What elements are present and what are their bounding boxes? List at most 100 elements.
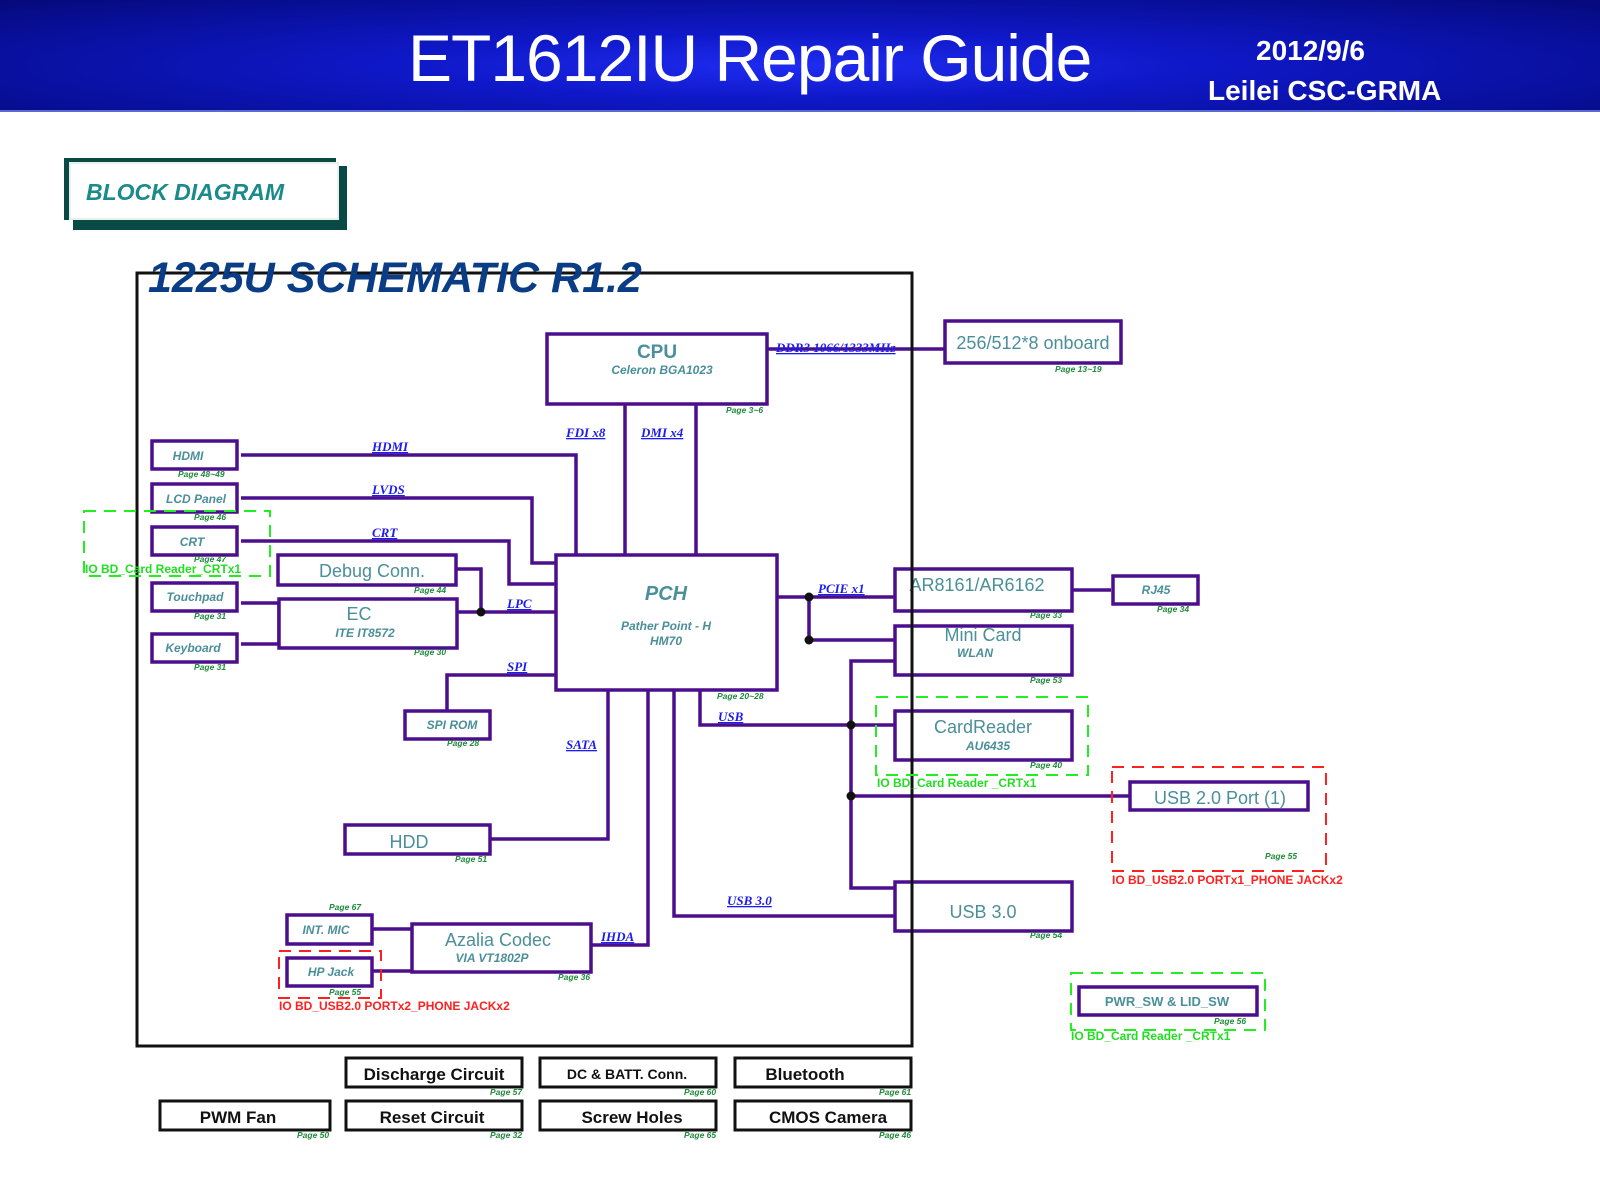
svg-text:Page 55: Page 55	[1265, 851, 1297, 861]
svg-text:Page 28: Page 28	[447, 738, 479, 748]
wire-pcie-minicard	[807, 597, 895, 642]
block-mini-card: Mini Card WLAN Page 53	[893, 624, 1074, 685]
svg-text:LCD Panel: LCD Panel	[166, 492, 227, 506]
svg-text:IO BD_Card Reader _CRTx1: IO BD_Card Reader _CRTx1	[1071, 1029, 1231, 1043]
bus-label-lpc: LPC	[506, 596, 532, 611]
block-touchpad: Touchpad Page 31	[150, 581, 239, 621]
svg-text:Mini Card: Mini Card	[944, 625, 1021, 645]
svg-text:PWM Fan: PWM Fan	[200, 1108, 277, 1127]
svg-text:Page 61: Page 61	[879, 1087, 911, 1097]
svg-text:Page 54: Page 54	[1030, 930, 1062, 940]
svg-text:Page 57: Page 57	[490, 1087, 523, 1097]
svg-text:VIA VT1802P: VIA VT1802P	[456, 951, 530, 965]
module-bluetooth: Bluetooth Page 61	[733, 1056, 913, 1097]
block-int-mic: INT. MIC Page 67	[285, 902, 374, 946]
junction-dot	[804, 592, 814, 602]
junction-dot	[804, 635, 814, 645]
bus-label-fdi: FDI x8	[565, 425, 606, 440]
wire-ihda	[591, 690, 650, 947]
svg-text:Page 50: Page 50	[297, 1130, 329, 1140]
junction-dot	[846, 720, 856, 730]
block-ec: EC ITE IT8572 Page 30	[277, 597, 459, 657]
bus-label-ddr3: DDR3 1066/1333MHz	[775, 340, 896, 355]
svg-text:Page 46: Page 46	[879, 1130, 911, 1140]
junction-dot	[846, 791, 856, 801]
svg-text:AR8161/AR6162: AR8161/AR6162	[909, 575, 1044, 595]
svg-text:Page 51: Page 51	[455, 854, 487, 864]
svg-text:Page 20~28: Page 20~28	[717, 691, 764, 701]
extra-modules: Discharge Circuit Page 57 DC & BATT. Con…	[158, 1056, 913, 1140]
module-cmos-camera: CMOS Camera Page 46	[733, 1099, 913, 1140]
svg-text:Page 46: Page 46	[194, 512, 226, 522]
block-usb3: USB 3.0 Page 54	[893, 880, 1074, 940]
svg-text:Azalia Codec: Azalia Codec	[445, 930, 551, 950]
block-pwr-lid-switch: PWR_SW & LID_SW Page 56	[1077, 985, 1259, 1026]
svg-text:Page 53: Page 53	[1030, 675, 1062, 685]
junction-dot	[476, 607, 486, 617]
bus-label-sata: SATA	[566, 737, 597, 752]
svg-text:PCH: PCH	[645, 583, 688, 605]
svg-text:Page 67: Page 67	[329, 902, 362, 912]
section-label: BLOCK DIAGRAM	[64, 158, 347, 230]
block-rj45: RJ45 Page 34	[1111, 574, 1200, 614]
svg-text:CPU: CPU	[637, 342, 677, 363]
module-dc-batt-conn: DC & BATT. Conn. Page 60	[538, 1056, 718, 1097]
svg-text:IO BD_USB2.0 PORTx1_PHONE JACK: IO BD_USB2.0 PORTx1_PHONE JACKx2	[1112, 873, 1343, 887]
block-hdmi: HDMI Page 48~49	[150, 439, 239, 479]
svg-text:IO BD_USB2.0 PORTx2_PHONE JACK: IO BD_USB2.0 PORTx2_PHONE JACKx2	[279, 999, 510, 1013]
svg-text:Bluetooth: Bluetooth	[765, 1065, 844, 1084]
block-lcd-panel: LCD Panel Page 46	[150, 482, 239, 522]
block-hdd: HDD Page 51	[343, 823, 492, 864]
svg-text:Debug Conn.: Debug Conn.	[319, 561, 425, 581]
svg-text:Celeron BGA1023: Celeron BGA1023	[611, 363, 713, 377]
svg-text:ITE IT8572: ITE IT8572	[335, 626, 395, 640]
svg-text:CRT: CRT	[180, 535, 206, 549]
svg-text:PWR_SW & LID_SW: PWR_SW & LID_SW	[1105, 994, 1230, 1009]
block-lan-controller: AR8161/AR6162 Page 33	[893, 567, 1074, 620]
bus-label-usb30: USB 3.0	[727, 893, 772, 908]
bus-label-hdmi: HDMI	[371, 439, 409, 454]
svg-text:CMOS Camera: CMOS Camera	[769, 1108, 888, 1127]
wire-spi	[445, 673, 556, 710]
block-crt: CRT Page 47	[150, 525, 239, 564]
svg-text:Page 31: Page 31	[194, 611, 226, 621]
svg-text:RJ45: RJ45	[1142, 583, 1171, 597]
schematic-title: 1225U SCHEMATIC R1.2	[148, 254, 642, 302]
svg-text:INT. MIC: INT. MIC	[302, 923, 349, 937]
svg-text:Page 13~19: Page 13~19	[1055, 364, 1102, 374]
block-pch: PCH Pather Point - H HM70 Page 20~28	[554, 553, 779, 701]
wire-debug	[457, 567, 483, 612]
svg-text:HDD: HDD	[390, 832, 429, 852]
svg-text:Page 33: Page 33	[1030, 610, 1062, 620]
svg-text:IO BD_Card Reader_CRTx1: IO BD_Card Reader_CRTx1	[85, 562, 241, 576]
block-keyboard: Keyboard Page 31	[150, 632, 239, 672]
block-debug-conn: Debug Conn. Page 44	[276, 553, 458, 595]
svg-text:WLAN: WLAN	[957, 646, 993, 660]
svg-text:HDMI: HDMI	[173, 449, 204, 463]
svg-text:DC & BATT. Conn.: DC & BATT. Conn.	[567, 1066, 687, 1082]
svg-text:Page 31: Page 31	[194, 662, 226, 672]
svg-text:SPI ROM: SPI ROM	[427, 718, 479, 732]
svg-text:CardReader: CardReader	[934, 717, 1032, 737]
svg-text:Keyboard: Keyboard	[165, 641, 221, 655]
bus-label-ihda: IHDA	[600, 929, 635, 944]
bus-label-usb: USB	[718, 709, 744, 724]
bus-label-spi: SPI	[507, 659, 528, 674]
block-azalia-codec: Azalia Codec VIA VT1802P Page 36	[410, 922, 593, 982]
block-memory: 256/512*8 onboard Page 13~19	[943, 319, 1123, 374]
block-card-reader: CardReader AU6435 Page 40	[893, 709, 1074, 770]
svg-text:Page 34: Page 34	[1157, 604, 1189, 614]
bus-label-dmi: DMI x4	[640, 425, 684, 440]
svg-text:EC: EC	[346, 604, 371, 624]
svg-text:Page 32: Page 32	[490, 1130, 522, 1140]
module-reset-circuit: Reset Circuit Page 32	[344, 1099, 524, 1140]
svg-text:Reset Circuit: Reset Circuit	[380, 1108, 485, 1127]
svg-text:Page 36: Page 36	[558, 972, 590, 982]
wire-sata	[490, 690, 610, 841]
svg-text:Page 65: Page 65	[684, 1130, 716, 1140]
module-discharge-circuit: Discharge Circuit Page 57	[344, 1056, 524, 1097]
svg-text:HM70: HM70	[650, 634, 682, 648]
svg-text:HP Jack: HP Jack	[308, 965, 356, 979]
section-label-text: BLOCK DIAGRAM	[86, 179, 285, 205]
block-diagram: BLOCK DIAGRAM 1225U SCHEMATIC R1.2 CPU C…	[64, 158, 1343, 1140]
